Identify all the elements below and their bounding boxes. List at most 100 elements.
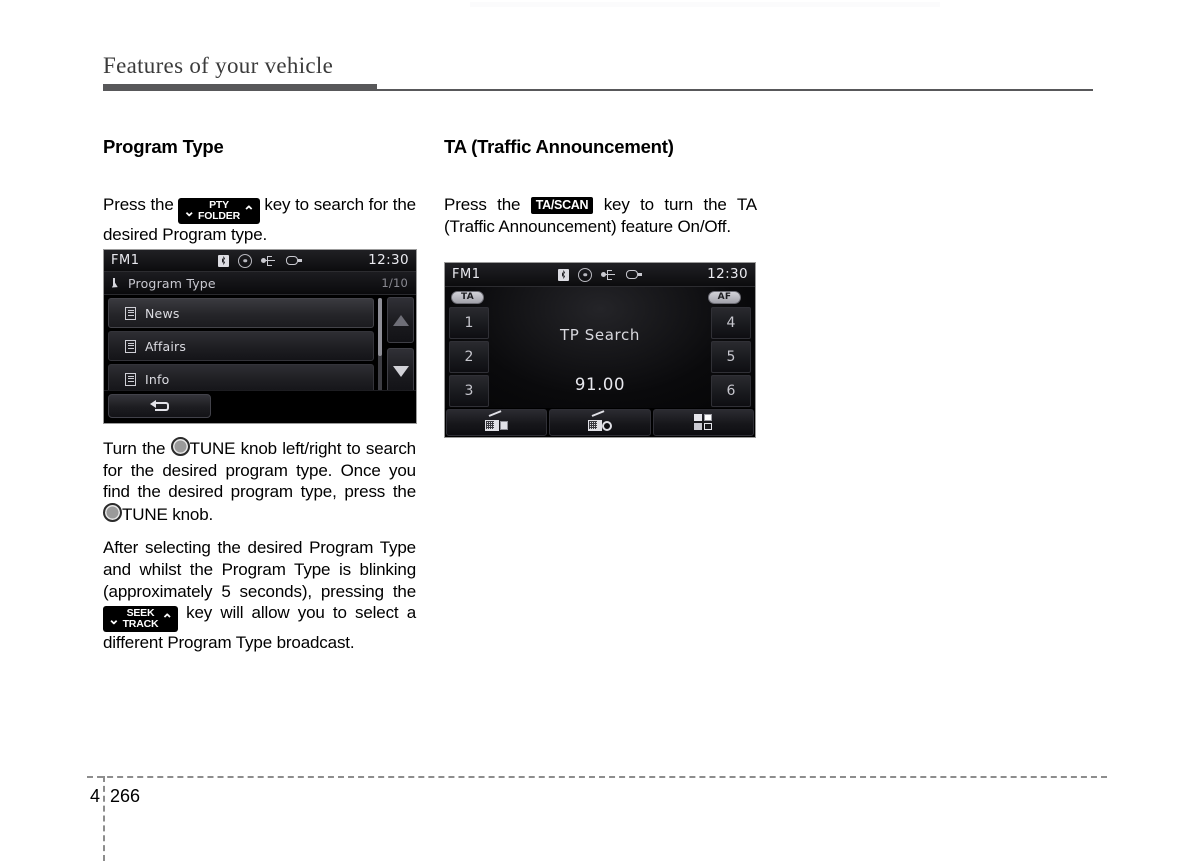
grid-four-icon [693,414,713,431]
preset-button-4[interactable]: 4 [711,307,751,339]
radio-body: TA AF 1 2 3 4 5 6 TP Search 91.00 [445,287,755,409]
tune-knob-icon [170,437,190,456]
triangle-down-icon [392,365,409,377]
paragraph-press-tascan: Press the TA/SCAN key to turn the TA (Tr… [444,194,757,237]
screen-status-bar: FM1 12:30 [445,263,755,287]
left-column: Program Type Press the ⌄ PTY FOLDER ⌃ key t… [103,136,416,258]
tune-knob-icon [103,502,122,522]
pty-folder-key-label: PTY FOLDER [196,199,242,222]
scan-artifact [470,2,940,7]
preset-button-6[interactable]: 6 [711,375,751,407]
pty-folder-key: ⌄ PTY FOLDER ⌃ [178,198,260,225]
ta-status-badge[interactable]: TA [451,291,484,304]
chapter-number: 4 [89,786,100,806]
seek-track-key: ⌄ SEEK TRACK ⌃ [103,606,178,633]
status-clock: 12:30 [707,266,748,282]
preset-button-1[interactable]: 1 [449,307,489,339]
list-item[interactable]: News [108,298,374,328]
radio-list-icon [484,409,509,431]
preset-button-5[interactable]: 5 [711,341,751,373]
preset-button-3[interactable]: 3 [449,375,489,407]
scroll-button-group [387,297,414,399]
pty-label: PTY [209,199,229,212]
header-rule-thin [377,89,1093,91]
header-rule-thick [103,84,377,91]
ipod-icon [626,270,642,279]
tune-label-2: TUNE [122,504,168,524]
usb-icon [601,270,617,280]
pointer-icon [112,277,122,289]
ipod-icon [286,256,302,265]
bluetooth-icon [558,268,569,281]
scrollbar-thumb[interactable] [378,298,382,356]
usb-icon [261,256,277,266]
list-item-label: Info [145,371,170,387]
radio-toolbar [445,408,755,437]
list-body: News Affairs Info [104,295,416,405]
status-icon-group [558,267,642,282]
page-number: 266 [110,786,141,806]
status-source-label: FM1 [111,253,140,268]
page-title: Features of your vehicle [103,53,334,78]
header-rule [103,84,1093,91]
list-item-label: News [145,305,180,321]
tune-text-1: Turn the [103,439,166,458]
seek-track-key-label: SEEK TRACK [121,607,161,630]
document-icon [125,306,136,320]
tp-search-screen: FM1 12:30 TA AF 1 2 3 4 5 6 TP Search 91… [444,262,756,438]
screen-status-bar: FM1 12:30 [104,250,416,272]
radio-scan-icon [587,409,612,431]
document-icon [125,339,136,353]
paragraph-press-pty: Press the ⌄ PTY FOLDER ⌃ key to search for … [103,194,416,246]
section-title-program-type: Program Type [103,136,224,157]
back-button[interactable] [108,394,211,418]
scroll-up-button[interactable] [387,297,414,343]
paragraph-tune-knob: Turn the TUNE knob left/right to search … [103,437,416,525]
radio-list-button[interactable] [446,409,548,436]
document-icon [125,372,136,386]
disc-icon [238,253,252,268]
radio-center-display: TP Search 91.00 [495,309,705,393]
frequency-display: 91.00 [574,375,626,394]
preset-column-left: 1 2 3 [449,307,489,409]
tune-label-1: TUNE [189,439,236,458]
footer-horizontal-rule [87,776,1107,778]
list-header-title: Program Type [128,275,216,291]
chevron-up-icon: ⌃ [161,610,173,627]
screen-footer-bar [104,390,416,423]
page-header: Features of your vehicle [103,52,1093,91]
preset-button-2[interactable]: 2 [449,341,489,373]
status-icon-group [218,253,302,268]
chevron-down-icon: ⌄ [183,202,196,219]
preset-grid-button[interactable] [652,409,754,436]
triangle-up-icon [392,314,409,326]
footer-vertical-rule [103,776,105,861]
chevron-down-icon: ⌄ [108,610,120,627]
tp-search-status-text: TP Search [560,326,640,344]
left-column-continued: Turn the TUNE knob left/right to search … [103,437,416,654]
disc-icon [578,267,592,282]
seek-text-1: After selecting the desired Program Type… [103,538,416,601]
status-source-label: FM1 [452,267,481,282]
tascan-key: TA/SCAN [530,197,594,214]
bluetooth-icon [218,254,229,267]
chevron-up-icon: ⌃ [242,202,255,219]
page-footer: 4 266 [0,776,1200,861]
back-arrow-icon [149,400,170,413]
list-pager: 1/10 [381,276,408,290]
radio-scan-button[interactable] [549,409,651,436]
list-item[interactable]: Affairs [108,331,374,361]
tune-text-3: knob. [172,504,214,524]
scrollbar-track[interactable] [378,298,382,398]
scroll-down-button[interactable] [387,348,414,394]
ta-text-before: Press the [444,195,521,214]
af-status-badge[interactable]: AF [708,291,741,304]
status-clock: 12:30 [368,252,409,268]
list-rows: News Affairs Info [108,298,374,397]
text-before-key: Press the [103,195,174,214]
program-type-screen: FM1 12:30 Program Type 1/10 News Affairs [103,249,417,424]
track-label: TRACK [122,617,159,630]
list-item-label: Affairs [145,338,187,354]
preset-column-right: 4 5 6 [711,307,751,409]
paragraph-seek-track: After selecting the desired Program Type… [103,537,416,653]
